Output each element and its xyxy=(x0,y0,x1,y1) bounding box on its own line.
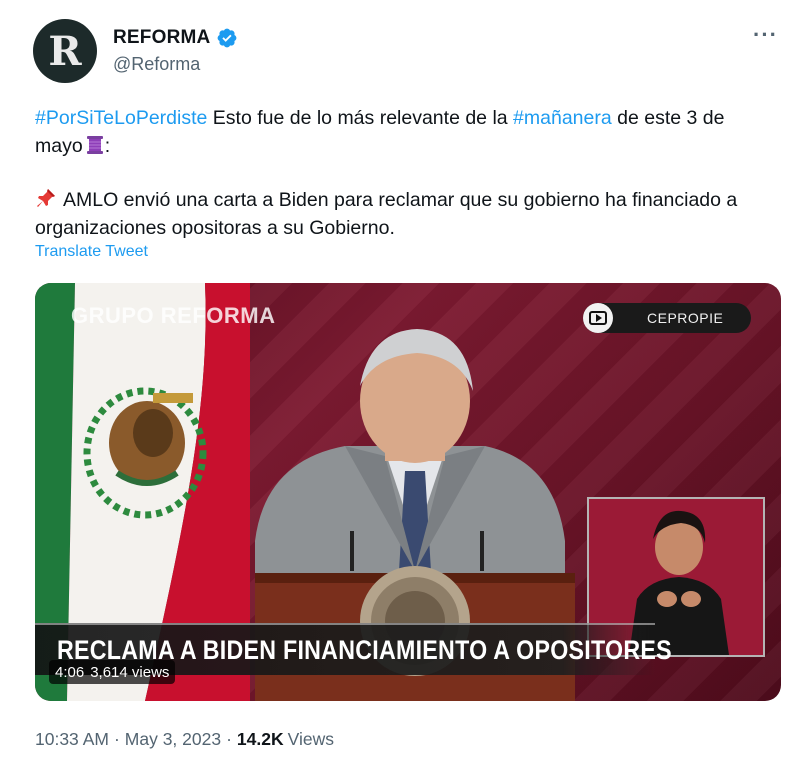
source-label: CEPROPIE xyxy=(647,310,724,326)
video-duration-chip: 4:06 3,614 views xyxy=(49,660,176,684)
reforma-logo: R xyxy=(48,28,82,75)
translate-tweet-link[interactable]: Translate Tweet xyxy=(35,243,148,261)
tweet-text-segment: : xyxy=(104,135,111,157)
channel-watermark: GRUPO REFORMA xyxy=(71,303,276,328)
tweet-date[interactable]: May 3, 2023 xyxy=(125,729,221,750)
tweet-body: AMLO envió una carta a Biden para reclam… xyxy=(35,189,738,239)
avatar[interactable]: R xyxy=(33,19,97,83)
tweet-paragraph-2: AMLO envió una carta a Biden para reclam… xyxy=(35,186,775,242)
meta-separator: · xyxy=(226,729,232,749)
pushpin-icon xyxy=(37,189,55,207)
tweet-meta: 10:33 AM · May 3, 2023 · 14.2K Views xyxy=(35,729,334,750)
meta-separator: · xyxy=(113,729,120,749)
video-views: 3,614 views xyxy=(90,663,170,681)
author-name-row[interactable]: REFORMA xyxy=(113,27,238,49)
source-badge: CEPROPIE xyxy=(583,303,751,333)
verified-badge-icon xyxy=(218,28,237,48)
video-player[interactable]: GRUPO REFORMA CEPROPIE RECLAMA A BIDEN F… xyxy=(35,283,781,701)
more-options-icon[interactable]: ··· xyxy=(753,22,778,48)
author-handle[interactable]: @Reforma xyxy=(113,54,200,75)
tweet-text-segment: Esto fue de lo más relevante de la xyxy=(207,107,514,129)
hashtag-link[interactable]: #mañanera xyxy=(513,107,612,129)
hashtag-link[interactable]: #PorSiTeLoPerdiste xyxy=(35,107,207,129)
tweet-text: #PorSiTeLoPerdiste Esto fue de lo más re… xyxy=(35,104,775,242)
video-duration: 4:06 xyxy=(55,663,85,681)
tweet-paragraph-1: #PorSiTeLoPerdiste Esto fue de lo más re… xyxy=(35,104,775,160)
thread-spool-icon xyxy=(86,136,103,154)
view-count[interactable]: 14.2K xyxy=(237,729,284,750)
views-label[interactable]: Views xyxy=(288,729,334,750)
display-name[interactable]: REFORMA xyxy=(113,27,210,49)
play-icon xyxy=(583,303,613,333)
tweet-time[interactable]: 10:33 AM xyxy=(35,729,109,750)
